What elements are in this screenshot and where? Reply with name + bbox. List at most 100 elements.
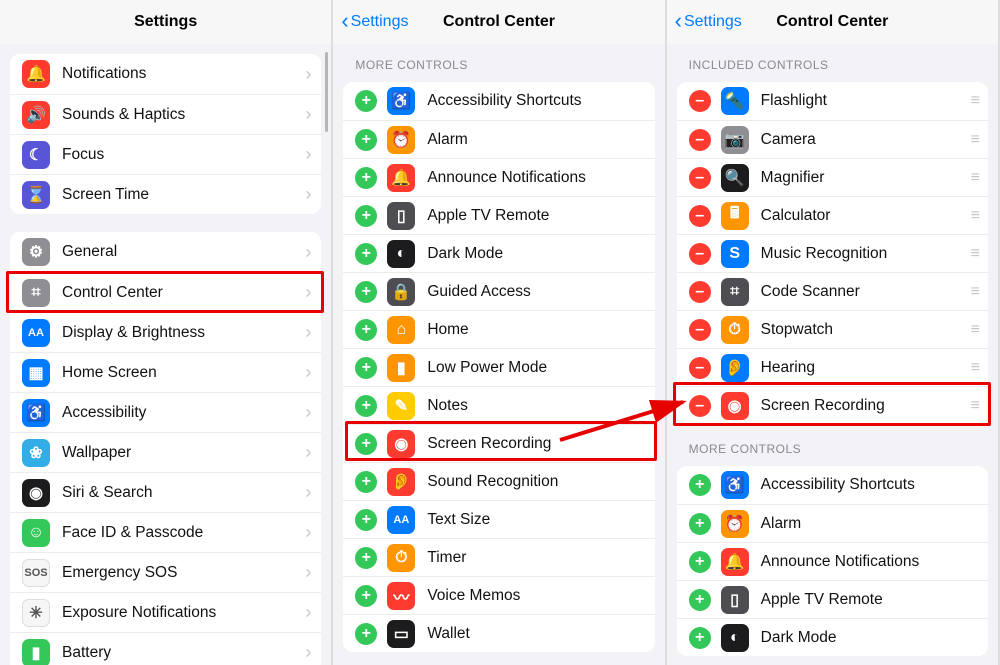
settings-row[interactable]: AADisplay & Brightness› [10,312,321,352]
add-button[interactable]: + [355,129,377,151]
control-row: +⏰Alarm [343,120,654,158]
row-label: Wallpaper [62,444,299,462]
row-label: Emergency SOS [62,564,299,582]
add-button[interactable]: + [355,319,377,341]
remove-button[interactable]: – [689,319,711,341]
toggles-icon: ⌗ [22,279,50,307]
row-label: Text Size [427,511,644,529]
row-label: Flashlight [761,92,963,110]
drag-handle[interactable] [971,321,978,339]
row-label: Music Recognition [761,245,963,263]
control-row: +◉Screen Recording [343,424,654,462]
add-button[interactable]: + [355,585,377,607]
row-label: Focus [62,146,299,164]
add-button[interactable]: + [689,513,711,535]
chevron-right-icon: › [305,282,311,303]
remove-button[interactable]: – [689,243,711,265]
row-label: Timer [427,549,644,567]
battery-icon: ▮ [22,639,50,665]
settings-row[interactable]: ☺Face ID & Passcode› [10,512,321,552]
remove-button[interactable]: – [689,167,711,189]
add-button[interactable]: + [689,474,711,496]
drag-handle[interactable] [971,283,978,301]
drag-handle[interactable] [971,92,978,110]
scan-icon: ⌗ [721,278,749,306]
row-label: Stopwatch [761,321,963,339]
settings-row[interactable]: ⚙General› [10,232,321,272]
scrollbar[interactable] [325,52,328,132]
control-row: +🔔Announce Notifications [343,158,654,196]
row-label: Siri & Search [62,484,299,502]
add-button[interactable]: + [355,90,377,112]
add-button[interactable]: + [355,509,377,531]
row-label: Apple TV Remote [427,207,644,225]
settings-row[interactable]: ⌗Control Center› [10,272,321,312]
row-label: Low Power Mode [427,359,644,377]
add-button[interactable]: + [355,205,377,227]
person-icon: ♿ [22,399,50,427]
add-button[interactable]: + [355,395,377,417]
camera-icon: 📷 [721,126,749,154]
chevron-right-icon: › [305,242,311,263]
add-button[interactable]: + [355,243,377,265]
drag-handle[interactable] [971,397,978,415]
remove-button[interactable]: – [689,357,711,379]
siri-icon: ◉ [22,479,50,507]
remove-button[interactable]: – [689,205,711,227]
settings-row[interactable]: 🔔Notifications› [10,54,321,94]
back-button[interactable]: ‹ Settings [341,11,408,33]
calc-icon: 🖩 [721,202,749,230]
stop-icon: ⏱ [721,316,749,344]
settings-row[interactable]: ▮Battery› [10,632,321,665]
control-row: +◐Dark Mode [677,618,988,656]
face-icon: ☺ [22,519,50,547]
drag-handle[interactable] [971,131,978,149]
remove-button[interactable]: – [689,90,711,112]
drag-handle[interactable] [971,245,978,263]
remove-button[interactable]: – [689,395,711,417]
pane-cc-more: ‹ Settings Control Center More Controls … [333,0,666,665]
included-row: –⏱ Stopwatch [677,310,988,348]
add-button[interactable]: + [689,627,711,649]
settings-row[interactable]: ☾Focus› [10,134,321,174]
back-label: Settings [684,13,742,31]
settings-row[interactable]: SOSEmergency SOS› [10,552,321,592]
settings-row[interactable]: ▦Home Screen› [10,352,321,392]
drag-handle[interactable] [971,359,978,377]
add-button[interactable]: + [355,471,377,493]
add-button[interactable]: + [689,551,711,573]
hearing-icon: 👂 [721,354,749,382]
clock-icon: ⏰ [721,510,749,538]
settings-row[interactable]: ❀Wallpaper› [10,432,321,472]
settings-row[interactable]: ⌛Screen Time› [10,174,321,214]
bell-icon: 🔔 [721,548,749,576]
control-row: +⌂Home [343,310,654,348]
add-button[interactable]: + [355,281,377,303]
settings-row[interactable]: ◉Siri & Search› [10,472,321,512]
add-button[interactable]: + [355,357,377,379]
row-label: Home Screen [62,364,299,382]
back-button[interactable]: ‹ Settings [675,11,742,33]
row-label: Exposure Notifications [62,604,299,622]
settings-row[interactable]: 🔊Sounds & Haptics› [10,94,321,134]
add-button[interactable]: + [689,589,711,611]
add-button[interactable]: + [355,623,377,645]
remove-button[interactable]: – [689,281,711,303]
battery-icon: ▮ [387,354,415,382]
drag-handle[interactable] [971,207,978,225]
add-button[interactable]: + [355,433,377,455]
row-label: Announce Notifications [427,169,644,187]
row-label: Screen Recording [427,435,644,453]
add-button[interactable]: + [355,547,377,569]
control-row: +▯Apple TV Remote [677,580,988,618]
drag-handle[interactable] [971,169,978,187]
navbar-title: Control Center [443,13,555,31]
SOS-icon: SOS [22,559,50,587]
settings-row[interactable]: ✳Exposure Notifications› [10,592,321,632]
settings-row[interactable]: ♿Accessibility› [10,392,321,432]
clock-icon: ⏰ [387,126,415,154]
add-button[interactable]: + [355,167,377,189]
remove-button[interactable]: – [689,129,711,151]
included-row: –◉Screen Recording [677,386,988,424]
dark-icon: ◐ [387,240,415,268]
